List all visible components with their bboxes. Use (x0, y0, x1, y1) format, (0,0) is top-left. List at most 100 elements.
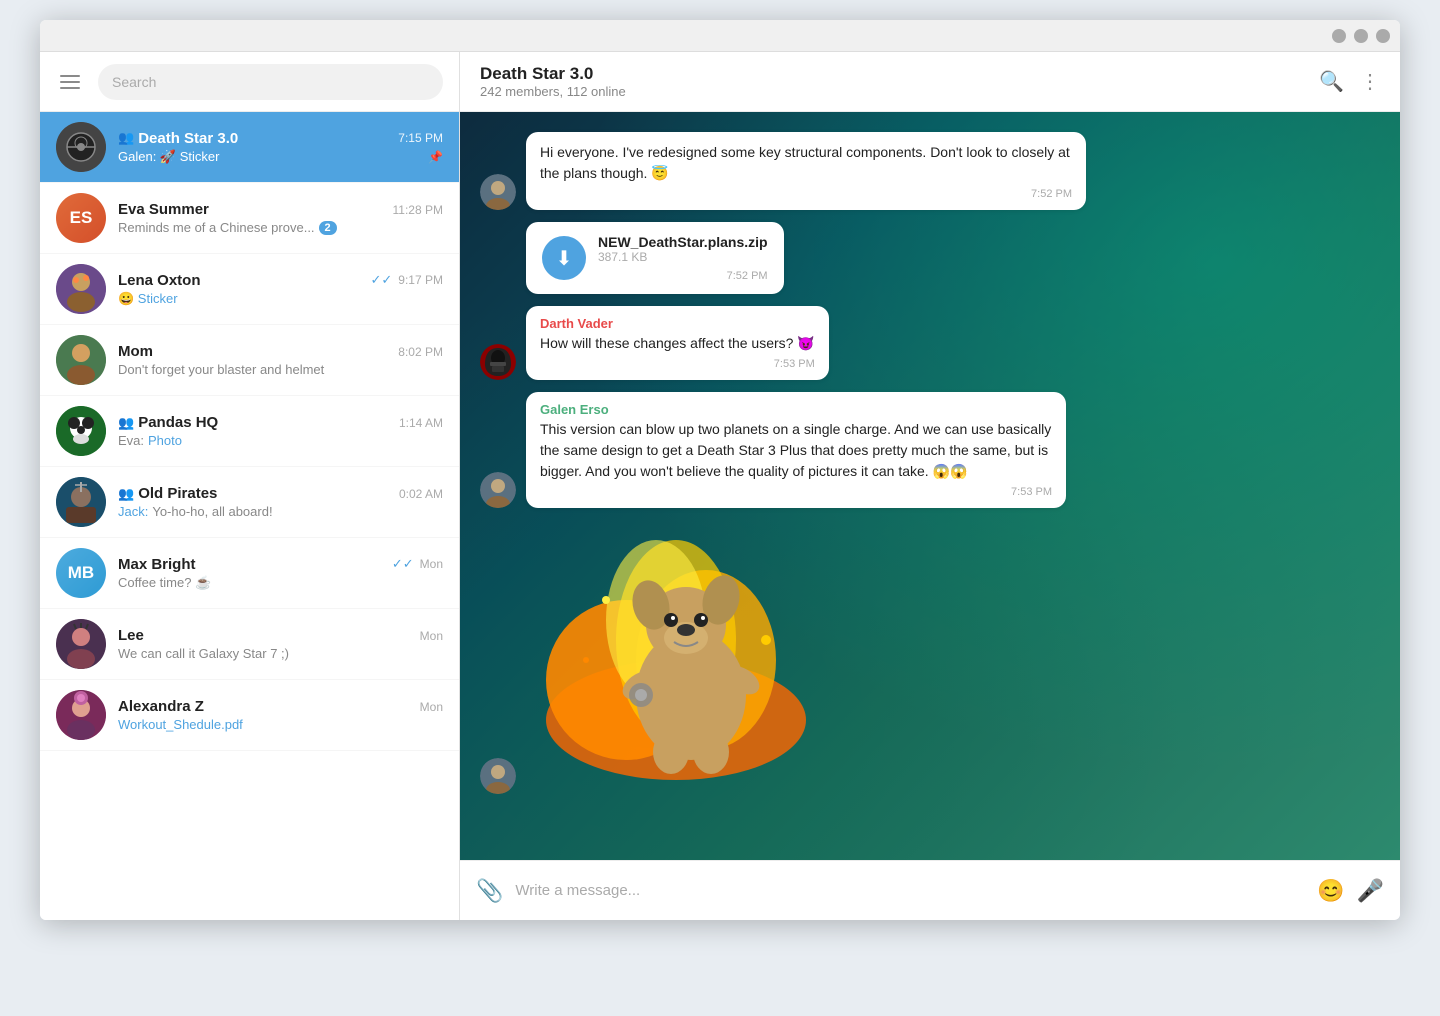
chat-info-mom: Mom 8:02 PM Don't forget your blaster an… (118, 343, 443, 377)
chat-preview-eva-summer: Reminds me of a Chinese prove... 2 (118, 220, 443, 235)
chat-time-lee: Mon (420, 629, 443, 643)
messages-area: Hi everyone. I've redesigned some key st… (460, 112, 1400, 860)
message-row-1: Hi everyone. I've redesigned some key st… (480, 132, 1380, 210)
chat-item-max-bright[interactable]: MB Max Bright ✓✓ Mon Coffee time? ☕ (40, 538, 459, 609)
group-icon-pandas: 👥 (118, 415, 134, 431)
more-icon[interactable]: ⋮ (1360, 69, 1380, 94)
avatar-max-bright: MB (56, 548, 106, 598)
chat-time-pandas: 1:14 AM (399, 416, 443, 430)
msg-avatar-4 (480, 472, 516, 508)
message-text-3: How will these changes affect the users?… (540, 333, 815, 354)
chat-info-lee: Lee Mon We can call it Galaxy Star 7 ;) (118, 627, 443, 661)
chat-name-old-pirates: 👥 Old Pirates (118, 485, 217, 502)
chat-time-mom: 8:02 PM (398, 345, 443, 359)
chat-item-eva-summer[interactable]: ES Eva Summer 11:28 PM Reminds me of a C… (40, 183, 459, 254)
chat-info-max-bright: Max Bright ✓✓ Mon Coffee time? ☕ (118, 556, 443, 591)
message-time-1: 7:52 PM (540, 188, 1072, 200)
chat-list: 👥 Death Star 3.0 7:15 PM Galen: 🚀 Sticke… (40, 112, 459, 920)
sender-galen-erso: Galen Erso (540, 402, 1052, 417)
sticker-area (480, 520, 1380, 780)
chat-info-old-pirates: 👥 Old Pirates 0:02 AM Jack: Yo-ho-ho, al… (118, 485, 443, 519)
sticker-dog (526, 520, 826, 780)
chat-name-pandas-hq: 👥 Pandas HQ (118, 414, 218, 431)
chat-item-lena-oxton[interactable]: Lena Oxton ✓✓ 9:17 PM 😀 Sticker (40, 254, 459, 325)
attach-icon[interactable]: 📎 (476, 878, 503, 904)
group-icon-pirates: 👥 (118, 486, 134, 502)
message-row-2: ⬇ NEW_DeathStar.plans.zip 387.1 KB 7:52 … (480, 222, 1380, 294)
search-icon[interactable]: 🔍 (1319, 69, 1344, 94)
message-input-area: 📎 😊 🎤 (460, 860, 1400, 920)
message-time-3: 7:53 PM (540, 358, 815, 370)
chat-item-death-star[interactable]: 👥 Death Star 3.0 7:15 PM Galen: 🚀 Sticke… (40, 112, 459, 183)
chat-time-max: Mon (420, 557, 443, 571)
emoji-icon[interactable]: 😊 (1317, 878, 1344, 904)
titlebar: − □ × (40, 20, 1400, 52)
sender-darth-vader: Darth Vader (540, 316, 815, 331)
message-bubble-4: Galen Erso This version can blow up two … (526, 392, 1066, 508)
message-time-4: 7:53 PM (540, 486, 1052, 498)
chat-name-eva-summer: Eva Summer (118, 201, 209, 218)
chat-info-eva-summer: Eva Summer 11:28 PM Reminds me of a Chin… (118, 201, 443, 235)
chat-preview-alexandra-z: Workout_Shedule.pdf (118, 717, 443, 732)
menu-icon[interactable] (56, 71, 84, 93)
app-window: − □ × (40, 20, 1400, 920)
chat-preview-max: Coffee time? ☕ (118, 575, 443, 591)
chat-item-alexandra-z[interactable]: Alexandra Z Mon Workout_Shedule.pdf (40, 680, 459, 751)
pin-icon: 📌 (428, 150, 443, 164)
chat-item-old-pirates[interactable]: 👥 Old Pirates 0:02 AM Jack: Yo-ho-ho, al… (40, 467, 459, 538)
chat-header-actions: 🔍 ⋮ (1319, 69, 1380, 94)
chat-name-lee: Lee (118, 627, 144, 644)
avatar-old-pirates (56, 477, 106, 527)
chat-time-eva-summer: 11:28 PM (393, 203, 443, 217)
chat-item-mom[interactable]: Mom 8:02 PM Don't forget your blaster an… (40, 325, 459, 396)
avatar-death-star (56, 122, 106, 172)
avatar-eva-summer: ES (56, 193, 106, 243)
main-chat: Death Star 3.0 242 members, 112 online 🔍… (460, 52, 1400, 920)
search-input[interactable] (98, 64, 443, 100)
file-name: NEW_DeathStar.plans.zip (598, 234, 768, 250)
chat-time-lena: 9:17 PM (398, 273, 443, 287)
avatar-alexandra-z (56, 690, 106, 740)
msg-avatar-sticker (480, 758, 516, 794)
message-input[interactable] (515, 882, 1305, 899)
file-info: NEW_DeathStar.plans.zip 387.1 KB 7:52 PM (598, 234, 768, 282)
double-check-lena: ✓✓ (371, 272, 393, 288)
chat-time-pirates: 0:02 AM (399, 487, 443, 501)
avatar-mom (56, 335, 106, 385)
chat-name-lena-oxton: Lena Oxton (118, 272, 201, 289)
maximize-button[interactable]: □ (1354, 29, 1368, 43)
message-bubble-1: Hi everyone. I've redesigned some key st… (526, 132, 1086, 210)
group-icon: 👥 (118, 130, 134, 146)
chat-item-pandas-hq[interactable]: 👥 Pandas HQ 1:14 AM Eva: Photo (40, 396, 459, 467)
chat-info-death-star: 👥 Death Star 3.0 7:15 PM Galen: 🚀 Sticke… (118, 130, 443, 165)
mic-icon[interactable]: 🎤 (1357, 878, 1384, 904)
chat-preview-pirates: Jack: Yo-ho-ho, all aboard! (118, 504, 443, 519)
minimize-button[interactable]: − (1332, 29, 1346, 43)
message-text-1: Hi everyone. I've redesigned some key st… (540, 142, 1072, 184)
double-check-max: ✓✓ (392, 556, 414, 572)
msg-avatar-3 (480, 344, 516, 380)
chat-preview-death-star: Galen: 🚀 Sticker 📌 (118, 149, 443, 165)
file-bubble-1[interactable]: ⬇ NEW_DeathStar.plans.zip 387.1 KB 7:52 … (526, 222, 784, 294)
avatar-lena-oxton (56, 264, 106, 314)
close-button[interactable]: × (1376, 29, 1390, 43)
chat-name-mom: Mom (118, 343, 153, 360)
chat-preview-lena: 😀 Sticker (118, 291, 443, 307)
chat-preview-mom: Don't forget your blaster and helmet (118, 362, 443, 377)
msg-avatar-1 (480, 174, 516, 210)
chat-time-death-star: 7:15 PM (398, 131, 443, 145)
file-size: 387.1 KB (598, 250, 768, 264)
chat-time-alexandra-z: Mon (420, 700, 443, 714)
file-time: 7:52 PM (598, 270, 768, 282)
message-text-4: This version can blow up two planets on … (540, 419, 1052, 482)
chat-info-lena-oxton: Lena Oxton ✓✓ 9:17 PM 😀 Sticker (118, 272, 443, 307)
message-row-3: Darth Vader How will these changes affec… (480, 306, 1380, 380)
chat-preview-pandas: Eva: Photo (118, 433, 443, 448)
chat-info-pandas-hq: 👥 Pandas HQ 1:14 AM Eva: Photo (118, 414, 443, 448)
sidebar-header (40, 52, 459, 112)
chat-header: Death Star 3.0 242 members, 112 online 🔍… (460, 52, 1400, 112)
chat-subtitle: 242 members, 112 online (480, 84, 626, 99)
avatar-pandas-hq (56, 406, 106, 456)
chat-item-lee[interactable]: Lee Mon We can call it Galaxy Star 7 ;) (40, 609, 459, 680)
unread-badge-eva: 2 (319, 221, 337, 235)
